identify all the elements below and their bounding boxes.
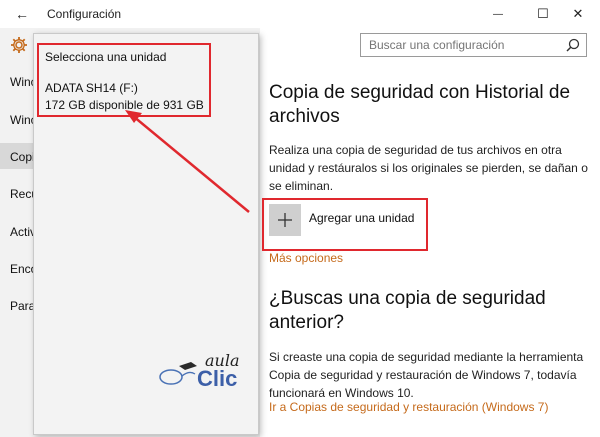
annotation-arrow (125, 110, 250, 213)
